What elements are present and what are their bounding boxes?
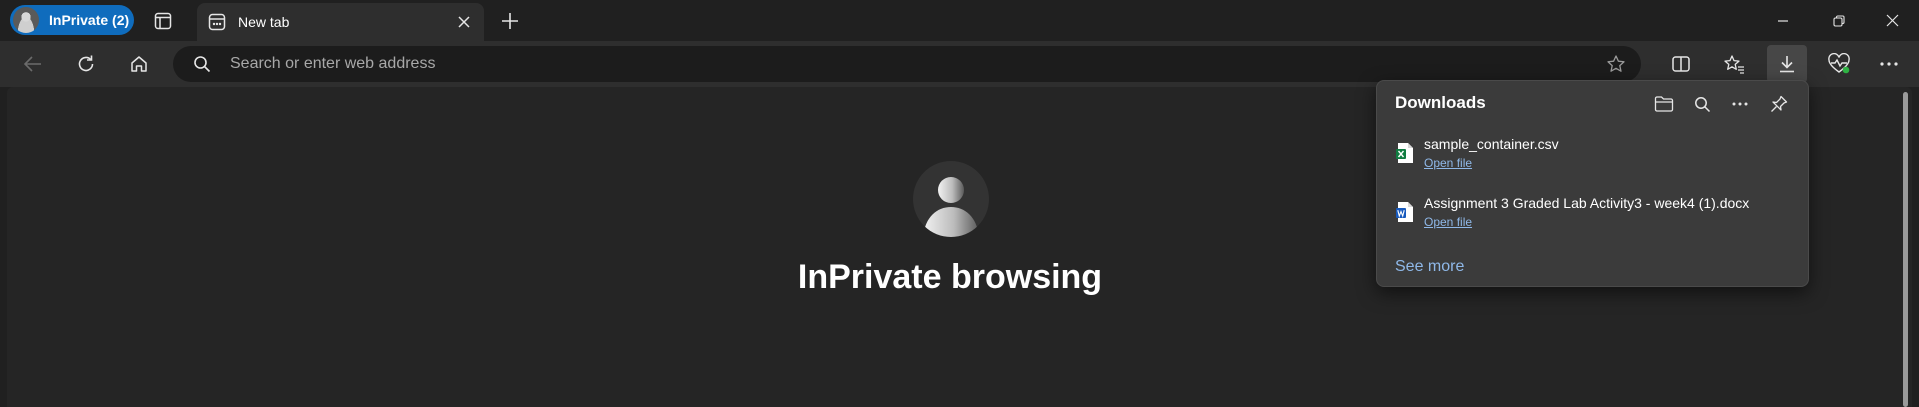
more-horizontal-icon [1732,102,1748,106]
downloads-flyout: Downloads sample_container.csv Open file… [1376,80,1809,287]
split-screen-icon [1672,56,1690,72]
tab-close-icon[interactable] [454,12,474,32]
page-title: InPrivate browsing [797,258,1103,296]
inprivate-avatar-icon [913,161,989,237]
favorites-star-list-icon [1724,55,1744,74]
new-tab-button[interactable] [497,8,523,34]
search-icon [1694,96,1710,112]
back-button[interactable] [16,48,50,80]
minimize-icon [1778,19,1788,22]
open-file-link[interactable]: Open file [1424,215,1472,229]
download-file-name: Assignment 3 Graded Lab Activity3 - week… [1424,195,1750,211]
close-icon [1886,14,1898,27]
new-tab-page-icon [207,12,227,32]
word-file-icon [1396,202,1413,222]
tab-actions-icon [154,12,172,30]
close-window-button[interactable] [1864,0,1919,41]
open-file-link[interactable]: Open file [1424,156,1472,170]
see-more-link[interactable]: See more [1395,258,1464,276]
favorites-button[interactable] [1717,48,1751,80]
settings-more-button[interactable] [1872,48,1906,80]
folder-icon [1654,96,1674,112]
search-downloads-button[interactable] [1687,89,1717,119]
back-arrow-icon [23,56,41,72]
search-icon [194,56,211,73]
refresh-button[interactable] [69,48,103,80]
downloads-more-options-button[interactable] [1725,89,1755,119]
address-input[interactable] [228,54,1582,74]
open-downloads-folder-button[interactable] [1649,89,1679,119]
address-bar[interactable] [173,46,1641,82]
plus-icon [502,13,518,29]
heartbeat-icon [1828,53,1850,74]
pin-icon [1771,95,1788,112]
title-bar: InPrivate (2) New tab [0,0,1919,41]
profile-avatar [13,7,39,33]
tab-actions-menu-button[interactable] [151,9,175,33]
download-icon [1780,56,1794,73]
download-item[interactable]: sample_container.csv Open file [1377,132,1810,180]
more-horizontal-icon [1880,62,1898,66]
excel-file-icon [1396,143,1413,163]
downloads-button[interactable] [1767,45,1807,83]
vertical-scrollbar[interactable] [1903,92,1908,407]
minimize-button[interactable] [1755,0,1811,41]
tab-new-tab[interactable]: New tab [197,3,484,41]
inprivate-profile-button[interactable]: InPrivate (2) [10,5,134,35]
restore-icon [1833,14,1845,27]
add-favorite-star-icon[interactable] [1605,53,1627,75]
tab-title: New tab [238,14,290,30]
home-icon [131,56,147,72]
split-screen-button[interactable] [1664,48,1698,80]
profile-label: InPrivate (2) [49,12,130,28]
download-file-name: sample_container.csv [1424,136,1559,152]
browser-essentials-button[interactable] [1822,48,1856,80]
home-button[interactable] [122,48,156,80]
download-item[interactable]: Assignment 3 Graded Lab Activity3 - week… [1377,191,1810,239]
refresh-icon [78,55,94,72]
restore-button[interactable] [1811,0,1867,41]
pin-downloads-button[interactable] [1764,89,1794,119]
downloads-title: Downloads [1395,93,1486,112]
